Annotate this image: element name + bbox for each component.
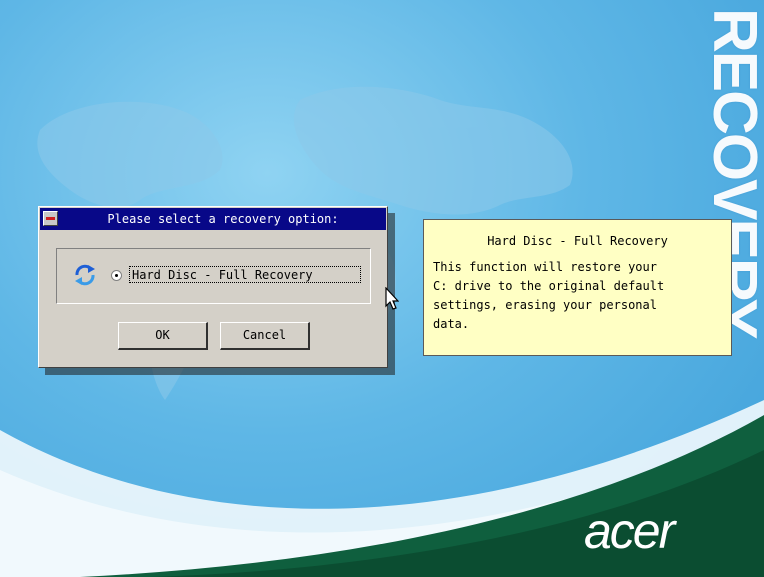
dialog-titlebar: Please select a recovery option:	[40, 208, 386, 230]
recovery-arrows-icon	[75, 264, 95, 286]
option-group: Hard Disc - Full Recovery	[56, 248, 371, 304]
full-recovery-radio[interactable]	[111, 270, 122, 281]
mouse-pointer-icon	[385, 287, 399, 310]
option-description-panel: Hard Disc - Full Recovery This function …	[423, 219, 732, 356]
description-text: This function will restore your C: drive…	[433, 260, 665, 331]
recovery-option-dialog: Please select a recovery option: Hard Di…	[38, 206, 388, 368]
cancel-button[interactable]: Cancel	[220, 322, 310, 350]
ok-button[interactable]: OK	[118, 322, 208, 350]
full-recovery-option-label[interactable]: Hard Disc - Full Recovery	[129, 266, 361, 283]
dialog-title: Please select a recovery option:	[107, 212, 339, 226]
acer-logo: acer	[584, 503, 675, 559]
system-menu-icon[interactable]	[43, 211, 58, 226]
description-title: Hard Disc - Full Recovery	[487, 234, 668, 248]
